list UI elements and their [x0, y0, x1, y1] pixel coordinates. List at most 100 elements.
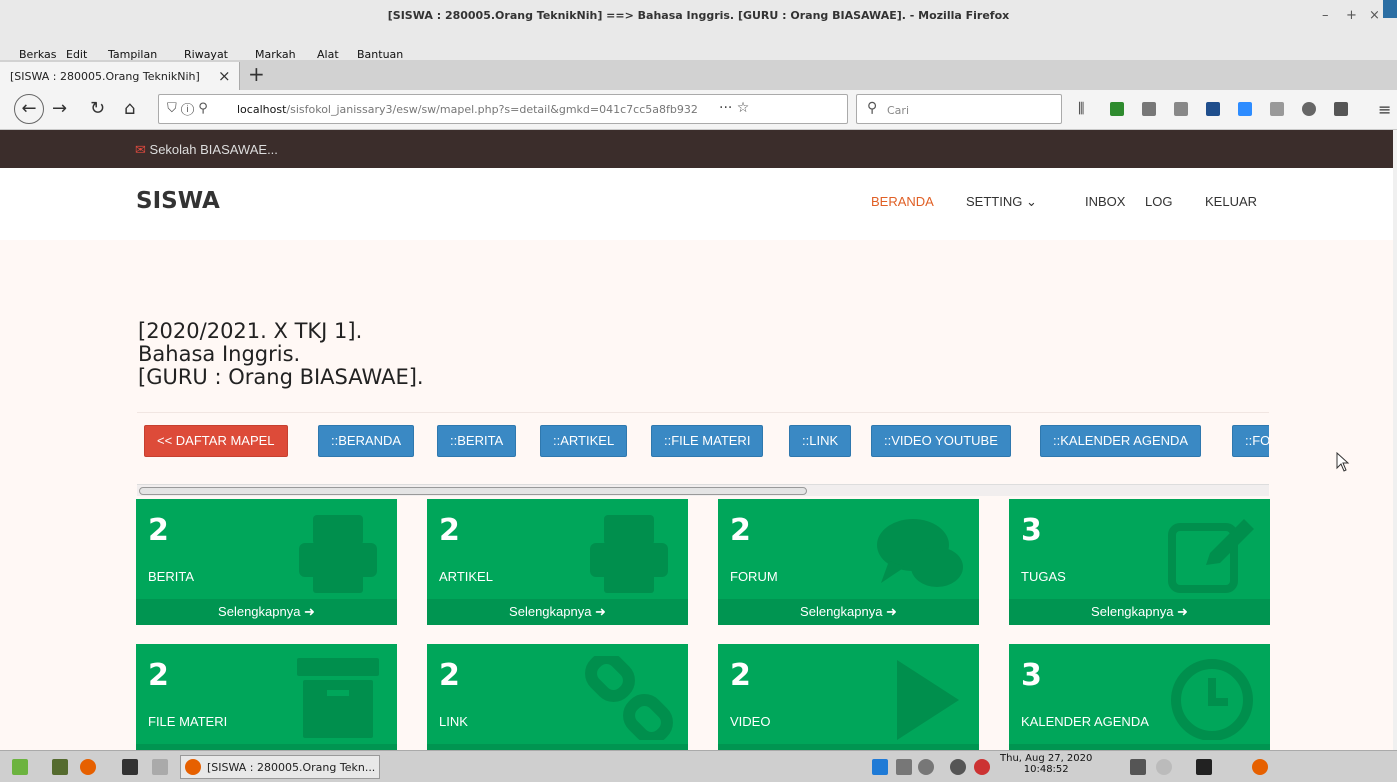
home-icon[interactable]: ⌂ — [124, 98, 135, 119]
terminal-icon[interactable] — [122, 759, 138, 775]
search-placeholder: Cari — [887, 104, 909, 117]
nav-log[interactable]: LOG — [1145, 194, 1172, 209]
horizontal-scrollbar[interactable] — [137, 484, 1269, 496]
page-viewport: ✉ Sekolah BIASAWAE... SISWA BERANDA SETT… — [0, 130, 1393, 750]
card-forum[interactable]: 2 FORUM Selengkapnya ➜ — [718, 499, 979, 625]
workspace-1-icon[interactable] — [1196, 759, 1212, 775]
edit-icon — [1168, 519, 1254, 593]
account-icon[interactable] — [1302, 102, 1316, 116]
qr-icon[interactable] — [1270, 102, 1284, 116]
volume-icon[interactable] — [918, 759, 934, 775]
search-icon: ⚲ — [867, 100, 878, 116]
site-brand[interactable]: SISWA — [136, 188, 220, 214]
url-bar[interactable]: ⛉ ⓘ ⚲ localhost/sisfokol_janissary3/esw/… — [158, 94, 848, 124]
nav-setting[interactable]: SETTING ⌄ — [966, 194, 1037, 210]
back-arrow-icon[interactable]: ← — [14, 94, 44, 124]
workspace-2-icon[interactable] — [1252, 759, 1268, 775]
link-button[interactable]: ::LINK — [789, 425, 852, 457]
tab-close-icon[interactable]: × — [218, 67, 231, 85]
kalender-agenda-button[interactable]: ::KALENDER AGENDA — [1040, 425, 1202, 457]
file-materi-button[interactable]: ::FILE MATERI — [651, 425, 764, 457]
tab-siswa[interactable]: [SISWA : 280005.Orang TeknikNih] × — [0, 62, 240, 90]
subject-line: Bahasa Inggris. — [138, 342, 301, 366]
page-title: [2020/2021. X TKJ 1]. Bahasa Inggris. [G… — [138, 320, 424, 389]
zoom-icon[interactable] — [1238, 102, 1252, 116]
page-actions-icon[interactable]: ··· ☆ — [719, 100, 749, 116]
mint-menu-icon[interactable] — [12, 759, 28, 775]
card-label: KALENDER AGENDA — [1021, 714, 1149, 729]
berita-button[interactable]: ::BERITA — [437, 425, 517, 457]
network-icon[interactable] — [896, 759, 912, 775]
printer-icon — [299, 515, 377, 593]
card-more-link[interactable]: Selengkapnya ➜ — [136, 599, 397, 625]
bluetooth-icon[interactable] — [872, 759, 888, 775]
update-icon[interactable] — [974, 759, 990, 775]
forward-arrow-icon[interactable]: → — [52, 98, 67, 119]
card-link[interactable]: 2 LINK Selengkapnya ➜ — [427, 644, 688, 750]
artikel-button[interactable]: ::ARTIKEL — [540, 425, 628, 457]
nav-inbox[interactable]: INBOX — [1085, 194, 1125, 209]
card-berita[interactable]: 2 BERITA Selengkapnya ➜ — [136, 499, 397, 625]
files-icon[interactable] — [152, 759, 168, 775]
chat-icon — [877, 519, 963, 587]
card-label: TUGAS — [1021, 569, 1066, 584]
card-label: BERITA — [148, 569, 194, 584]
card-artikel[interactable]: 2 ARTIKEL Selengkapnya ➜ — [427, 499, 688, 625]
card-count: 2 — [439, 658, 460, 693]
new-tab-button[interactable]: + — [248, 62, 265, 86]
card-kalender-agenda[interactable]: 3 KALENDER AGENDA Selengkapnya ➜ — [1009, 644, 1270, 750]
card-more-link[interactable]: Selengkapnya ➜ — [427, 599, 688, 625]
menu-bar: Berkas Edit Tampilan Riwayat Markah Alat… — [0, 32, 1397, 61]
card-label: ARTIKEL — [439, 569, 493, 584]
close-window-button[interactable]: × — [1369, 8, 1380, 23]
reload-icon[interactable]: ↻ — [90, 98, 105, 119]
show-desktop-icon[interactable] — [52, 759, 68, 775]
menu-hamburger-icon[interactable]: ≡ — [1378, 100, 1391, 119]
daftar-mapel-button[interactable]: << DAFTAR MAPEL — [144, 425, 288, 457]
notify-icon[interactable] — [1156, 759, 1172, 775]
extension-icon[interactable] — [1142, 102, 1156, 116]
vertical-scrollbar[interactable] — [1393, 130, 1397, 750]
printer-icon — [590, 515, 668, 593]
scrollbar-thumb[interactable] — [139, 487, 807, 495]
subject-menu-buttons: << DAFTAR MAPEL ::BERANDA ::BERITA ::ART… — [137, 412, 1269, 484]
beranda-button[interactable]: ::BERANDA — [318, 425, 415, 457]
card-count: 3 — [1021, 658, 1042, 693]
download-icon[interactable] — [1110, 102, 1124, 116]
card-more-link[interactable]: Selengkapnya ➜ — [718, 599, 979, 625]
card-video[interactable]: 2 VIDEO Selengkapnya ➜ — [718, 644, 979, 750]
battery-icon[interactable] — [1130, 759, 1146, 775]
maximize-button[interactable]: + — [1346, 8, 1357, 23]
card-tugas[interactable]: 3 TUGAS Selengkapnya ➜ — [1009, 499, 1270, 625]
forum-button[interactable]: ::FORUM — [1232, 425, 1269, 457]
card-count: 2 — [730, 658, 751, 693]
taskbar-window-label: [SISWA : 280005.Orang Tekn... — [207, 761, 376, 774]
clock-time: 10:48:52 — [1023, 764, 1069, 775]
security-info-icon[interactable]: ⛉ ⓘ ⚲ — [167, 101, 208, 116]
card-file-materi[interactable]: 2 FILE MATERI Selengkapnya ➜ — [136, 644, 397, 750]
desktop-taskbar: [SISWA : 280005.Orang Tekn... Thu, Aug 2… — [0, 750, 1397, 782]
desktop-corner-deco — [1383, 0, 1397, 18]
pocket-icon[interactable] — [1206, 102, 1220, 116]
minimize-button[interactable]: – — [1322, 8, 1329, 23]
class-line: [2020/2021. X TKJ 1]. — [138, 319, 363, 343]
clock[interactable]: Thu, Aug 27, 2020 10:48:52 — [1000, 753, 1092, 775]
sidebar-icon[interactable] — [1174, 102, 1188, 116]
card-more-link[interactable]: Selengkapnya ➜ — [1009, 599, 1270, 625]
teacher-line: [GURU : Orang BIASAWAE]. — [138, 365, 424, 389]
play-icon — [897, 660, 959, 740]
search-input[interactable]: ⚲ Cari — [856, 94, 1062, 124]
nav-beranda[interactable]: BERANDA — [871, 194, 934, 209]
tab-label: [SISWA : 280005.Orang TeknikNih] — [10, 70, 200, 83]
video-youtube-button[interactable]: ::VIDEO YOUTUBE — [871, 425, 1011, 457]
clock-icon — [1171, 659, 1253, 740]
bluetooth-status-icon[interactable] — [950, 759, 966, 775]
firefox-launcher-icon[interactable] — [80, 759, 96, 775]
taskbar-window-firefox[interactable]: [SISWA : 280005.Orang Tekn... — [180, 755, 380, 779]
nav-keluar[interactable]: KELUAR — [1205, 194, 1257, 209]
lock-icon[interactable] — [1334, 102, 1348, 116]
card-count: 2 — [148, 513, 169, 548]
url-text[interactable]: localhost/sisfokol_janissary3/esw/sw/map… — [237, 103, 717, 116]
card-label: FILE MATERI — [148, 714, 228, 729]
library-icon[interactable]: ⫼ — [1078, 101, 1084, 117]
